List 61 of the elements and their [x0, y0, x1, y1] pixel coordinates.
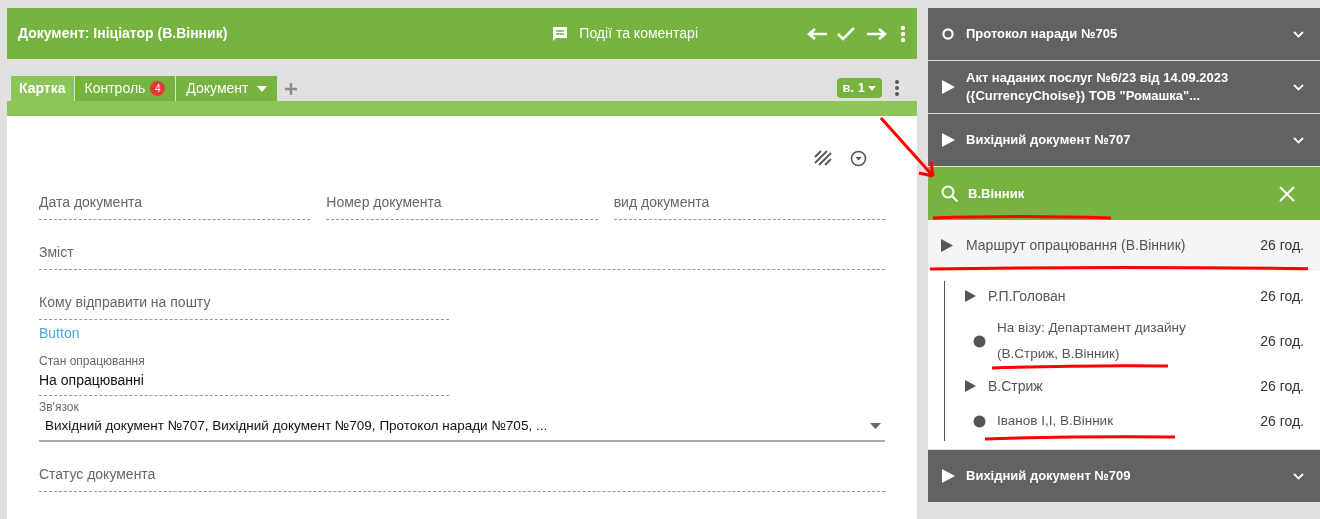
- document-title: Вихідний документ №709: [966, 467, 1132, 485]
- tree-label: На візу: Департамент дизайну (В.Стриж, В.Вінник): [997, 319, 1187, 363]
- field-value: На опрацюванні: [39, 371, 145, 390]
- input-field[interactable]: Стан опрацювання На опрацюванні: [39, 346, 449, 396]
- route-title: Маршрут опрацювання (В.Вінник): [966, 236, 1187, 255]
- input-field[interactable]: Статус документа: [39, 442, 885, 492]
- play-icon: [941, 239, 953, 252]
- tree-item[interactable]: Р.П.Голован 26 год.: [945, 281, 1320, 311]
- document-row[interactable]: Вихідний документ №709: [928, 450, 1320, 502]
- play-icon: [942, 469, 955, 483]
- input-field[interactable]: Номер документа: [326, 170, 598, 220]
- route-row[interactable]: Маршрут опрацювання (В.Вінник) 26 год.: [928, 220, 1320, 271]
- more-icon[interactable]: [894, 79, 900, 97]
- time-label: 26 год.: [1260, 236, 1304, 255]
- dot-icon: [973, 334, 986, 348]
- time-label: 26 год.: [1260, 331, 1304, 351]
- chevron-down-icon[interactable]: [1293, 136, 1304, 144]
- tree-item[interactable]: В.Стриж 26 год.: [945, 371, 1320, 401]
- search-text: В.Вінник: [968, 184, 1026, 203]
- comment-icon: [551, 24, 570, 43]
- field-label: Стан опрацювання: [39, 353, 146, 370]
- tree-label: В.Стриж: [988, 376, 1044, 396]
- tab[interactable]: Контроль 4: [74, 76, 176, 101]
- time-label: 26 год.: [1260, 376, 1304, 396]
- chevron-down-icon[interactable]: [1293, 83, 1304, 91]
- time-label: 26 год.: [1260, 286, 1304, 306]
- chevron-down-icon[interactable]: [1293, 30, 1304, 38]
- tree-item[interactable]: На візу: Департамент дизайну (В.Стриж, В.Вінник) 26 год.: [961, 311, 1320, 371]
- dropdown-circle-icon[interactable]: [850, 149, 867, 167]
- document-title: Протокол наради №705: [966, 25, 1119, 43]
- add-icon[interactable]: [285, 83, 298, 95]
- field-value: Вихідний документ №707, Вихідний документ №709, Протокол наради №705, ...: [45, 416, 549, 435]
- document-row[interactable]: Протокол наради №705: [928, 8, 1320, 60]
- input-field[interactable]: вид документа: [613, 170, 885, 220]
- caret-icon: [868, 85, 876, 91]
- input-field[interactable]: Кому відправити на пошту: [39, 270, 449, 320]
- input-field[interactable]: Дата документа: [39, 170, 311, 220]
- check-icon[interactable]: [836, 25, 856, 42]
- chevron-down-icon[interactable]: [1293, 472, 1304, 480]
- tree-label: Р.П.Голован: [988, 286, 1067, 306]
- search-icon: [941, 184, 959, 203]
- select-field[interactable]: Зв'язок Вихідний документ №707, Вихідний документ №709, Протокол наради №705, ...: [39, 396, 885, 442]
- document-row[interactable]: Вихідний документ №707: [928, 114, 1320, 166]
- play-icon: [965, 290, 976, 302]
- tree-item[interactable]: Іванов І,І, В.Вінник 26 год.: [961, 401, 1320, 441]
- play-icon: [942, 80, 955, 94]
- dot-icon: [973, 414, 986, 428]
- tree-label: Іванов І,І, В.Вінник: [997, 412, 1115, 430]
- play-icon: [965, 380, 976, 392]
- caret-icon: [870, 422, 881, 429]
- time-label: 26 год.: [1260, 411, 1304, 431]
- window-title: Документ: Ініціатор (В.Вінник): [18, 24, 228, 43]
- hatch-icon[interactable]: [814, 150, 832, 166]
- circle-icon: [942, 28, 954, 40]
- document-title: Вихідний документ №707: [966, 131, 1132, 149]
- document-title: Акт наданих послуг №6/23 від 14.09.2023 ({CurrencyChoise}) ТОВ "Ромашка"...: [966, 69, 1230, 105]
- field-label: Зв'язок: [39, 398, 80, 416]
- input-field[interactable]: Зміст: [39, 220, 885, 270]
- document-row[interactable]: Акт наданих послуг №6/23 від 14.09.2023 ({CurrencyChoise}) ТОВ "Ромашка"...: [928, 61, 1320, 113]
- count-badge: 4: [150, 81, 166, 96]
- play-icon: [942, 133, 955, 147]
